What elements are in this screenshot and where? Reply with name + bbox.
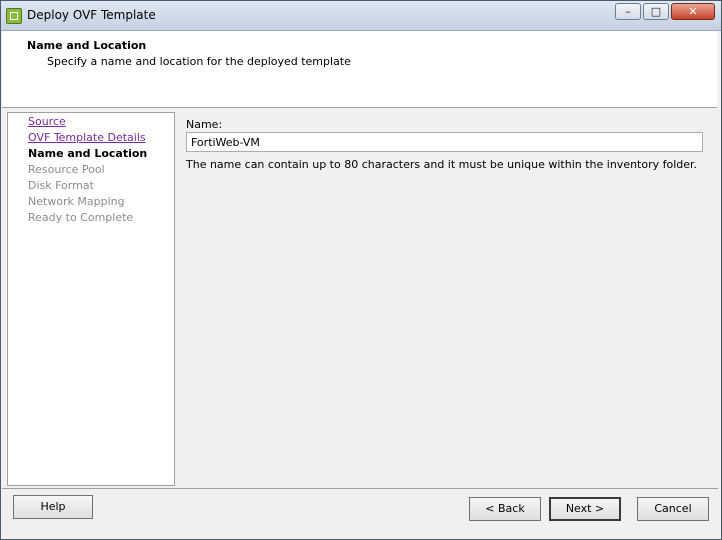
next-button[interactable]: Next > xyxy=(549,497,621,521)
name-input[interactable] xyxy=(186,132,703,152)
name-label: Name: xyxy=(186,118,223,131)
ovf-deploy-icon xyxy=(6,8,22,24)
step-ready-to-complete: Ready to Complete xyxy=(28,211,134,224)
step-disk-format: Disk Format xyxy=(28,179,94,192)
help-button[interactable]: Help xyxy=(13,495,93,519)
close-button[interactable]: ✕ xyxy=(671,3,715,20)
page-title: Name and Location xyxy=(27,39,147,52)
page-subtitle: Specify a name and location for the depl… xyxy=(47,55,351,68)
step-name-and-location: Name and Location xyxy=(28,147,148,160)
window-title: Deploy OVF Template xyxy=(27,8,156,22)
wizard-header: Name and Location Specify a name and loc… xyxy=(2,31,717,108)
back-button[interactable]: < Back xyxy=(469,497,541,521)
title-bar[interactable]: Deploy OVF Template – □ ✕ xyxy=(1,1,721,31)
step-network-mapping: Network Mapping xyxy=(28,195,125,208)
name-hint: The name can contain up to 80 characters… xyxy=(186,158,698,171)
content-panel: Name: The name can contain up to 80 char… xyxy=(176,111,716,485)
maximize-button[interactable]: □ xyxy=(643,3,669,20)
deploy-ovf-window: Deploy OVF Template – □ ✕ Name and Locat… xyxy=(0,0,722,540)
step-source[interactable]: Source xyxy=(28,115,66,128)
step-ovf-template-details[interactable]: OVF Template Details xyxy=(28,131,146,144)
wizard-steps-panel: Source OVF Template Details Name and Loc… xyxy=(7,112,175,486)
minimize-button[interactable]: – xyxy=(615,3,641,20)
footer-divider xyxy=(2,488,718,489)
cancel-button[interactable]: Cancel xyxy=(637,497,709,521)
step-resource-pool: Resource Pool xyxy=(28,163,105,176)
